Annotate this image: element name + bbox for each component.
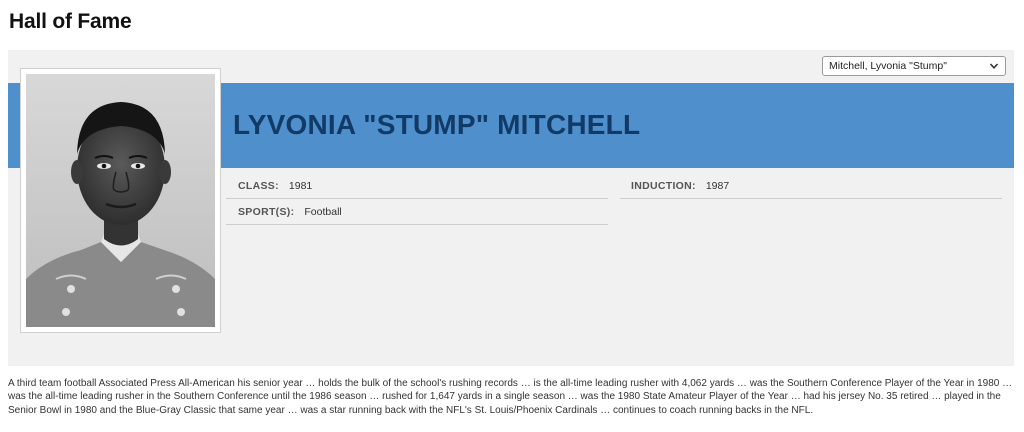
induction-field: INDUCTION: 1987 — [620, 173, 1002, 199]
induction-value: 1987 — [705, 179, 730, 192]
sport-field: SPORT(S): Football — [226, 199, 608, 225]
induction-label: INDUCTION: — [631, 179, 696, 192]
inductee-select-value: Mitchell, Lyvonia "Stump" — [829, 60, 947, 72]
sport-label: SPORT(S): — [238, 205, 295, 218]
sport-value: Football — [304, 205, 342, 218]
chevron-down-icon — [989, 63, 999, 69]
inductee-bio: A third team football Associated Press A… — [8, 378, 1013, 416]
class-value: 1981 — [288, 179, 313, 192]
inductee-portrait — [26, 74, 215, 327]
class-field: CLASS: 1981 — [226, 173, 608, 199]
class-label: CLASS: — [238, 179, 279, 192]
inductee-select-dropdown[interactable]: Mitchell, Lyvonia "Stump" — [822, 56, 1006, 76]
page-title: Hall of Fame — [9, 10, 132, 33]
inductee-photo-frame — [20, 68, 221, 333]
inductee-name: LYVONIA "STUMP" MITCHELL — [233, 109, 641, 140]
inductee-profile-panel: Mitchell, Lyvonia "Stump" LYVONIA "STUMP… — [8, 50, 1014, 366]
